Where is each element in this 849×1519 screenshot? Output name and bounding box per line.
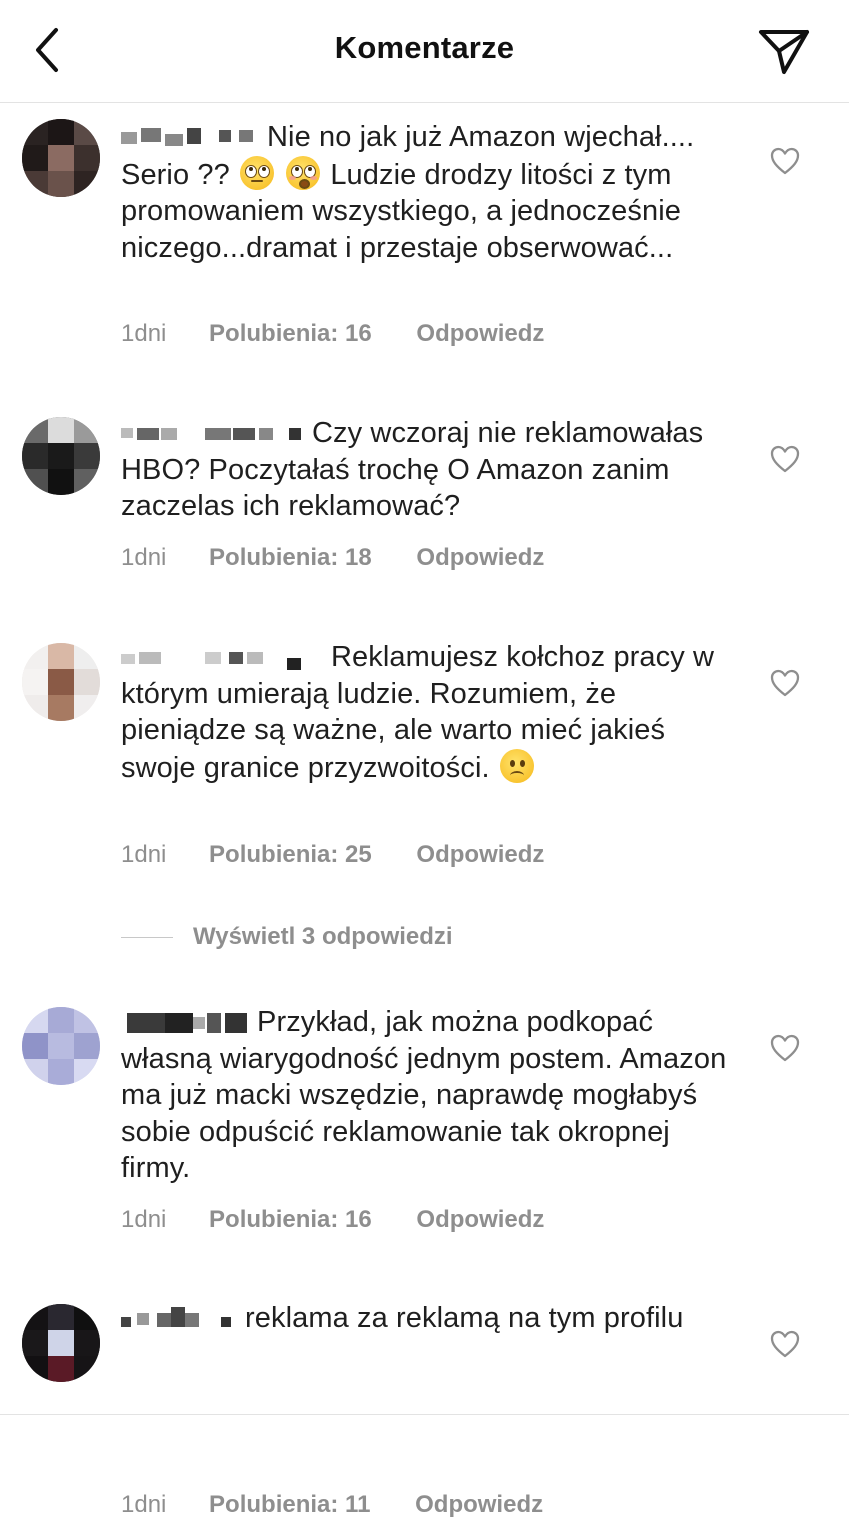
comment-meta: 1dni Polubienia: 18 Odpowiedz <box>121 544 544 572</box>
likes-count-link[interactable]: Polubienia: 11 <box>209 1491 370 1518</box>
avatar[interactable] <box>22 1304 100 1382</box>
likes-count-link[interactable]: Polubienia: 16 <box>209 320 372 347</box>
comment-text: Reklamujesz kołchoz pracy w którym umier… <box>121 641 715 784</box>
replies-divider-line <box>121 936 173 938</box>
reply-button[interactable]: Odpowiedz <box>416 841 544 868</box>
top-bar: Komentarze <box>0 0 849 103</box>
reply-button[interactable]: Odpowiedz <box>416 544 544 571</box>
likes-count-link[interactable]: Polubienia: 18 <box>209 544 372 571</box>
comment-time: 1dni <box>121 320 167 347</box>
reply-button[interactable]: Odpowiedz <box>416 1206 544 1233</box>
heart-outline-icon[interactable] <box>770 669 800 697</box>
comment-text: reklama za reklamą na tym profilu <box>121 1300 741 1337</box>
confused-face-icon <box>499 748 534 783</box>
comment-meta: 1dni Polubienia: 11 Odpowiedz <box>121 1491 543 1519</box>
avatar[interactable] <box>22 119 100 197</box>
comment-text: Przykład, jak można podkopać własną wiar… <box>121 1006 727 1184</box>
comment-time: 1dni <box>121 1491 167 1518</box>
username-redacted[interactable] <box>121 126 261 148</box>
heart-outline-icon[interactable] <box>770 1330 800 1358</box>
bottom-divider <box>0 1414 849 1441</box>
comment-time: 1dni <box>121 544 167 571</box>
page-title: Komentarze <box>334 30 515 65</box>
comment-time: 1dni <box>121 1206 167 1233</box>
reply-button[interactable]: Odpowiedz <box>416 320 544 347</box>
flushed-face-icon <box>286 155 321 190</box>
paper-plane-icon <box>759 30 809 74</box>
avatar[interactable] <box>22 643 100 721</box>
avatar[interactable] <box>22 417 100 495</box>
likes-count-link[interactable]: Polubienia: 25 <box>209 841 372 868</box>
comment-text: Czy wczoraj nie reklamowałas HBO? Poczyt… <box>121 417 704 522</box>
view-replies-button[interactable]: Wyświetl 3 odpowiedzi <box>121 923 453 951</box>
comment-text: Nie no jak już Amazon wjechał.... Serio … <box>121 121 695 264</box>
heart-outline-icon[interactable] <box>770 147 800 175</box>
username-redacted[interactable] <box>121 1011 251 1033</box>
likes-count-link[interactable]: Polubienia: 16 <box>209 1206 372 1233</box>
comment-time: 1dni <box>121 841 167 868</box>
heart-outline-icon[interactable] <box>770 445 800 473</box>
username-redacted[interactable] <box>121 1307 239 1329</box>
username-redacted[interactable] <box>121 422 306 444</box>
username-redacted[interactable] <box>121 646 325 670</box>
face-with-rolling-eyes-icon <box>239 155 274 190</box>
share-button[interactable] <box>752 22 816 80</box>
comment-meta: 1dni Polubienia: 16 Odpowiedz <box>121 1206 544 1234</box>
reply-button[interactable]: Odpowiedz <box>415 1491 543 1518</box>
comment-meta: 1dni Polubienia: 16 Odpowiedz <box>121 320 544 348</box>
heart-outline-icon[interactable] <box>770 1034 800 1062</box>
comment-meta: 1dni Polubienia: 25 Odpowiedz <box>121 841 544 869</box>
view-replies-label: Wyświetl 3 odpowiedzi <box>193 923 453 950</box>
avatar[interactable] <box>22 1007 100 1085</box>
